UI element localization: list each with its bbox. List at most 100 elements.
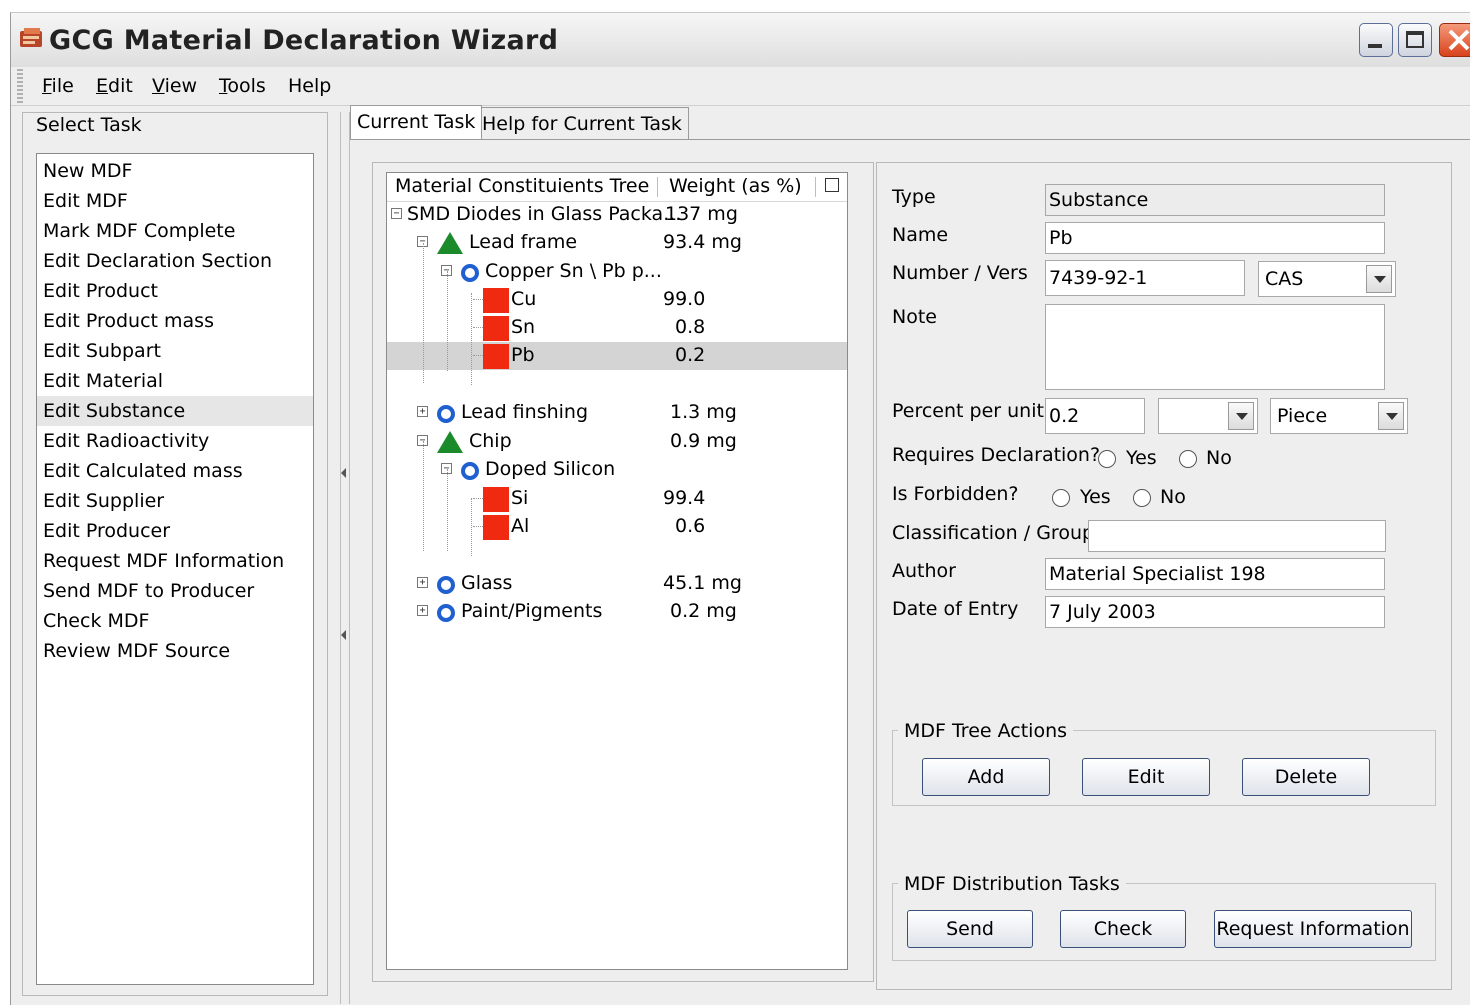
date-field[interactable]: 7 July 2003 xyxy=(1045,596,1385,628)
percent-per-select[interactable]: Piece xyxy=(1270,398,1408,434)
forbidden-yes-radio[interactable] xyxy=(1052,489,1070,507)
check-button[interactable]: Check xyxy=(1060,910,1186,948)
tree-node-weight: 45.1 mg xyxy=(663,572,742,594)
task-item[interactable]: Request MDF Information xyxy=(37,546,313,576)
collapse-icon[interactable]: − xyxy=(391,208,402,219)
tree-column-header-weight[interactable]: Weight (as %) xyxy=(669,175,802,197)
tree-node-weight: 0.2 xyxy=(675,344,706,366)
task-item[interactable]: Send MDF to Producer xyxy=(37,576,313,606)
task-item[interactable]: Mark MDF Complete xyxy=(37,216,313,246)
chevron-down-icon[interactable] xyxy=(1366,265,1392,293)
collapse-left-arrow-icon[interactable] xyxy=(341,468,346,478)
tree-actions-legend: MDF Tree Actions xyxy=(898,720,1074,742)
number-field[interactable]: 7439-92-1 xyxy=(1045,260,1245,296)
tree-row[interactable]: Cu 99.0 xyxy=(387,286,847,314)
forbidden-no-radio[interactable] xyxy=(1133,489,1151,507)
request-information-button[interactable]: Request Information xyxy=(1214,910,1412,948)
classification-field[interactable] xyxy=(1088,520,1386,552)
task-item[interactable]: Edit Product mass xyxy=(37,306,313,336)
delete-button[interactable]: Delete xyxy=(1242,758,1370,796)
tab-help-current-task[interactable]: Help for Current Task xyxy=(475,107,689,139)
red-square-icon xyxy=(483,288,509,313)
chevron-down-icon[interactable] xyxy=(1228,402,1254,430)
note-label: Note xyxy=(892,306,937,328)
menu-file[interactable]: File xyxy=(42,75,74,97)
forbidden-yes-label[interactable]: Yes xyxy=(1080,486,1111,508)
menu-view[interactable]: View xyxy=(152,75,197,97)
menu-tools[interactable]: Tools xyxy=(219,75,266,97)
requires-yes-label[interactable]: Yes xyxy=(1126,447,1157,469)
split-divider[interactable] xyxy=(340,112,350,1004)
column-divider[interactable] xyxy=(657,177,658,197)
classification-label: Classification / Group xyxy=(892,522,1095,544)
percent-field[interactable]: 0.2 xyxy=(1045,398,1145,434)
tree-node-label: Glass xyxy=(461,572,513,594)
tree-row[interactable]: Si 99.4 xyxy=(387,485,847,513)
task-item[interactable]: Edit Supplier xyxy=(37,486,313,516)
requires-no-label[interactable]: No xyxy=(1206,447,1232,469)
percent-unit-select[interactable] xyxy=(1158,398,1258,434)
task-list[interactable]: New MDF Edit MDF Mark MDF Complete Edit Dec… xyxy=(36,153,314,985)
menu-grip[interactable] xyxy=(17,69,23,103)
tree-header: Material Constituients Tree Weight (as %… xyxy=(387,173,847,202)
requires-no-radio[interactable] xyxy=(1179,450,1197,468)
task-item[interactable]: Edit Producer xyxy=(37,516,313,546)
chevron-down-icon[interactable] xyxy=(1378,402,1404,430)
tree-row[interactable]: + Paint/Pigments 0.2 mg xyxy=(387,598,847,626)
menu-edit[interactable]: Edit xyxy=(96,75,133,97)
tree-connector xyxy=(471,293,472,385)
expand-icon[interactable]: + xyxy=(417,605,428,616)
column-divider[interactable] xyxy=(815,177,816,197)
task-item[interactable]: Edit Declaration Section xyxy=(37,246,313,276)
task-item[interactable]: Review MDF Source xyxy=(37,636,313,666)
forbidden-no-label[interactable]: No xyxy=(1160,486,1186,508)
task-item[interactable]: Edit Calculated mass xyxy=(37,456,313,486)
tree-row[interactable]: − Chip 0.9 mg xyxy=(387,428,847,456)
author-field[interactable]: Material Specialist 198 xyxy=(1045,558,1385,590)
tree-node-weight: 93.4 mg xyxy=(663,231,742,253)
tree-row[interactable]: Pb 0.2 xyxy=(387,342,847,370)
task-item[interactable]: Edit Material xyxy=(37,366,313,396)
tree-row[interactable]: − Lead frame 93.4 mg xyxy=(387,229,847,257)
task-item[interactable]: Edit Radioactivity xyxy=(37,426,313,456)
type-field: Substance xyxy=(1045,184,1385,216)
title-bar[interactable]: GCG Material Declaration Wizard xyxy=(11,13,1470,67)
requires-yes-radio[interactable] xyxy=(1098,450,1116,468)
name-field[interactable]: Pb xyxy=(1045,222,1385,254)
tree-connector xyxy=(473,498,483,499)
maximize-button[interactable] xyxy=(1398,23,1432,57)
tree-row[interactable]: − SMD Diodes in Glass Packa... 137 mg xyxy=(387,201,847,229)
task-item[interactable]: Edit Substance xyxy=(37,396,313,426)
tree-row[interactable]: − Copper Sn \ Pb p... xyxy=(387,258,847,286)
task-item[interactable]: Check MDF xyxy=(37,606,313,636)
column-chooser-icon[interactable] xyxy=(825,178,839,192)
minimize-button[interactable] xyxy=(1359,23,1393,57)
task-item[interactable]: Edit Product xyxy=(37,276,313,306)
task-item[interactable]: New MDF xyxy=(37,156,313,186)
close-icon xyxy=(1448,29,1470,51)
send-button[interactable]: Send xyxy=(907,910,1033,948)
add-button[interactable]: Add xyxy=(922,758,1050,796)
tree-row[interactable]: − Doped Silicon xyxy=(387,456,847,484)
expand-icon[interactable]: + xyxy=(417,406,428,417)
tree-row[interactable]: + Lead finshing 1.3 mg xyxy=(387,399,847,427)
tree-connector xyxy=(447,271,448,371)
tree-row[interactable]: Al 0.6 xyxy=(387,513,847,541)
collapse-left-arrow-icon[interactable] xyxy=(341,630,346,640)
edit-button[interactable]: Edit xyxy=(1082,758,1210,796)
tree-row[interactable]: Sn 0.8 xyxy=(387,314,847,342)
material-tree[interactable]: Material Constituients Tree Weight (as %… xyxy=(386,172,848,970)
expand-icon[interactable]: + xyxy=(417,577,428,588)
tree-connector xyxy=(471,498,472,556)
number-scheme-select[interactable]: CAS xyxy=(1258,261,1396,297)
tab-current-task[interactable]: Current Task xyxy=(350,105,483,139)
task-item[interactable]: Edit Subpart xyxy=(37,336,313,366)
task-item[interactable]: Edit MDF xyxy=(37,186,313,216)
note-field[interactable] xyxy=(1045,304,1385,390)
date-label: Date of Entry xyxy=(892,598,1019,620)
tree-column-header-name[interactable]: Material Constituients Tree xyxy=(395,175,649,197)
menu-help[interactable]: Help xyxy=(288,75,331,97)
tree-row[interactable]: + Glass 45.1 mg xyxy=(387,570,847,598)
menu-separator xyxy=(11,105,1470,106)
close-button[interactable] xyxy=(1439,23,1470,57)
